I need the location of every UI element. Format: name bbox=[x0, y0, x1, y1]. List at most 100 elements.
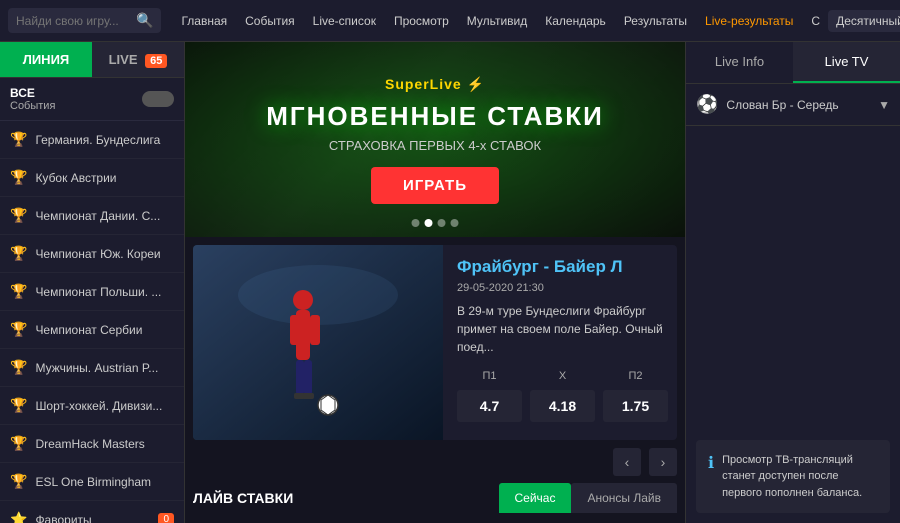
events-text: События bbox=[10, 100, 55, 112]
sidebar-item-label: Германия. Бундеслига bbox=[35, 133, 174, 147]
soccer-ball-icon: ⚽ bbox=[696, 94, 718, 115]
tab-live-info[interactable]: Live Info bbox=[686, 42, 793, 83]
sidebar-item-label: Чемпионат Юж. Кореи bbox=[35, 247, 174, 261]
nav-right: Десятичный ▼ ⊞ bbox=[828, 8, 900, 34]
sidebar-item-south-korea[interactable]: 🏆 Чемпионат Юж. Кореи bbox=[0, 235, 184, 273]
right-sidebar: Live Info Live TV ⚽ Слован Бр - Середь ▼… bbox=[685, 42, 900, 523]
trophy-icon: 🏆 bbox=[10, 245, 27, 262]
live-count-badge: 65 bbox=[145, 54, 167, 68]
dot bbox=[438, 219, 446, 227]
search-box[interactable]: 🔍 bbox=[8, 8, 161, 33]
favorites-count: 0 bbox=[158, 513, 174, 523]
next-arrow-button[interactable]: › bbox=[649, 448, 677, 476]
all-events-toggle[interactable] bbox=[142, 91, 174, 107]
trophy-icon: 🏆 bbox=[10, 435, 27, 452]
sidebar-item-bundesliga[interactable]: 🏆 Германия. Бундеслига bbox=[0, 121, 184, 159]
sidebar-item-label: Чемпионат Дании. С... bbox=[35, 209, 174, 223]
tab-live-tv[interactable]: Live TV bbox=[793, 42, 900, 83]
banner-subtitle: СТРАХОВКА ПЕРВЫХ 4-х СТАВОК bbox=[266, 138, 604, 153]
trophy-icon: 🏆 bbox=[10, 473, 27, 490]
p2-label: П2 bbox=[603, 370, 668, 382]
player-illustration bbox=[193, 245, 443, 440]
tab-live[interactable]: LIVE 65 bbox=[92, 42, 184, 77]
nav-preview[interactable]: Просмотр bbox=[386, 10, 457, 32]
dot-active bbox=[425, 219, 433, 227]
sidebar-item-austrian-p[interactable]: 🏆 Мужчины. Austrian P... bbox=[0, 349, 184, 387]
odds-row: 4.7 4.18 1.75 bbox=[457, 390, 668, 422]
tab-announce-button[interactable]: Анонсы Лайв bbox=[571, 483, 677, 513]
trophy-icon: 🏆 bbox=[10, 283, 27, 300]
sidebar-item-label: Фавориты bbox=[35, 513, 150, 523]
tab-liniya[interactable]: ЛИНИЯ bbox=[0, 42, 92, 77]
super-live-logo: SuperLive ⚡ bbox=[266, 76, 604, 93]
nav-results[interactable]: Результаты bbox=[616, 10, 695, 32]
sidebar-item-short-hockey[interactable]: 🏆 Шорт-хоккей. Дивизи... bbox=[0, 387, 184, 425]
sidebar-item-label: ESL One Birmingham bbox=[35, 475, 174, 489]
trophy-icon: 🏆 bbox=[10, 397, 27, 414]
nav-live-list[interactable]: Live-список bbox=[305, 10, 384, 32]
sidebar-item-serbia[interactable]: 🏆 Чемпионат Сербии bbox=[0, 311, 184, 349]
sidebar-item-poland[interactable]: 🏆 Чемпионат Польши. ... bbox=[0, 273, 184, 311]
nav-calendar[interactable]: Календарь bbox=[537, 10, 614, 32]
nav-links: Главная События Live-список Просмотр Мул… bbox=[173, 10, 828, 32]
nav-home[interactable]: Главная bbox=[173, 10, 235, 32]
bottom-tabs: ЛАЙВ СТАВКИ Сейчас Анонсы Лайв bbox=[193, 480, 677, 516]
match-image-bg bbox=[193, 245, 443, 440]
play-button[interactable]: ИГРАТЬ bbox=[371, 167, 499, 204]
prev-arrow-button[interactable]: ‹ bbox=[613, 448, 641, 476]
center-content: SuperLive ⚡ МГНОВЕННЫЕ СТАВКИ СТРАХОВКА … bbox=[185, 42, 685, 523]
banner-dots bbox=[412, 219, 459, 227]
x-label: Х bbox=[530, 370, 595, 382]
sidebar-item-dreamhack[interactable]: 🏆 DreamHack Masters bbox=[0, 425, 184, 463]
match-selector[interactable]: ⚽ Слован Бр - Середь ▼ bbox=[686, 84, 900, 126]
nav-arrows: ‹ › bbox=[193, 448, 677, 476]
match-date: 29-05-2020 21:30 bbox=[457, 282, 668, 294]
dot bbox=[412, 219, 420, 227]
nav-c[interactable]: С bbox=[803, 10, 828, 32]
all-events-row: ВСЕ События bbox=[0, 78, 184, 121]
right-tabs: Live Info Live TV bbox=[686, 42, 900, 84]
search-input[interactable] bbox=[16, 14, 136, 28]
trophy-icon: 🏆 bbox=[10, 321, 27, 338]
search-icon[interactable]: 🔍 bbox=[136, 12, 153, 29]
sidebar-item-denmark[interactable]: 🏆 Чемпионат Дании. С... bbox=[0, 197, 184, 235]
p1-label: П1 bbox=[457, 370, 522, 382]
trophy-icon: 🏆 bbox=[10, 207, 27, 224]
info-icon: ℹ bbox=[708, 453, 714, 473]
match-card: Фрайбург - Байер Л 29-05-2020 21:30 В 29… bbox=[193, 245, 677, 440]
p1-odds-button[interactable]: 4.7 bbox=[457, 390, 522, 422]
nav-multivid[interactable]: Мультивид bbox=[459, 10, 535, 32]
top-navigation: 🔍 Главная События Live-список Просмотр М… bbox=[0, 0, 900, 42]
decimal-label: Десятичный bbox=[836, 14, 900, 28]
nav-live-results[interactable]: Live-результаты bbox=[697, 10, 801, 32]
decimal-select[interactable]: Десятичный ▼ bbox=[828, 10, 900, 32]
sidebar-item-label: Чемпионат Сербии bbox=[35, 323, 174, 337]
chevron-down-icon[interactable]: ▼ bbox=[878, 98, 890, 112]
sidebar-item-austria-cup[interactable]: 🏆 Кубок Австрии bbox=[0, 159, 184, 197]
sidebar-tabs: ЛИНИЯ LIVE 65 bbox=[0, 42, 184, 78]
live-stavki-title: ЛАЙВ СТАВКИ bbox=[193, 480, 499, 516]
sidebar-item-esl[interactable]: 🏆 ESL One Birmingham bbox=[0, 463, 184, 501]
bottom-section: ЛАЙВ СТАВКИ Сейчас Анонсы Лайв bbox=[185, 480, 685, 523]
trophy-icon: 🏆 bbox=[10, 169, 27, 186]
tab-now-button[interactable]: Сейчас bbox=[499, 483, 572, 513]
main-layout: ЛИНИЯ LIVE 65 ВСЕ События 🏆 Германия. Бу… bbox=[0, 42, 900, 523]
banner-title: МГНОВЕННЫЕ СТАВКИ bbox=[266, 101, 604, 132]
sidebar-item-label: Чемпионат Польши. ... bbox=[35, 285, 174, 299]
sidebar-item-favorites[interactable]: ⭐ Фавориты 0 bbox=[0, 501, 184, 523]
dot bbox=[451, 219, 459, 227]
trophy-icon: 🏆 bbox=[10, 131, 27, 148]
info-notice: ℹ Просмотр ТВ-трансляций станет доступен… bbox=[696, 440, 890, 514]
sidebar-item-label: Кубок Австрии bbox=[35, 171, 174, 185]
right-spacer bbox=[686, 126, 900, 440]
banner-content: SuperLive ⚡ МГНОВЕННЫЕ СТАВКИ СТРАХОВКА … bbox=[266, 76, 604, 204]
x-odds-button[interactable]: 4.18 bbox=[530, 390, 595, 422]
nav-events[interactable]: События bbox=[237, 10, 303, 32]
promo-banner: SuperLive ⚡ МГНОВЕННЫЕ СТАВКИ СТРАХОВКА … bbox=[185, 42, 685, 237]
sidebar-item-label: Мужчины. Austrian P... bbox=[35, 361, 174, 375]
odds-labels: П1 Х П2 bbox=[457, 370, 668, 382]
match-info: Фрайбург - Байер Л 29-05-2020 21:30 В 29… bbox=[443, 245, 677, 440]
sidebar-item-label: Шорт-хоккей. Дивизи... bbox=[35, 399, 174, 413]
p2-odds-button[interactable]: 1.75 bbox=[603, 390, 668, 422]
match-image bbox=[193, 245, 443, 440]
